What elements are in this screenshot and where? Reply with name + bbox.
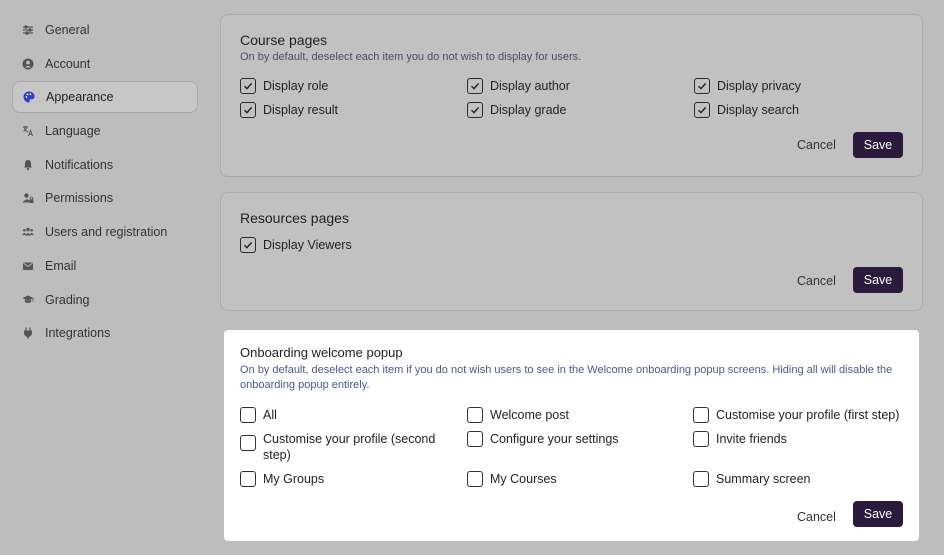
sidebar-item-label: Grading — [45, 292, 90, 307]
save-button[interactable]: Save — [853, 132, 903, 158]
cancel-button[interactable]: Cancel — [797, 274, 836, 288]
checkbox[interactable] — [240, 471, 256, 487]
checkbox-invite-friends[interactable]: Invite friends — [693, 431, 787, 447]
palette-icon — [22, 90, 36, 104]
sidebar-item-users-and-registration[interactable]: Users and registration — [12, 216, 198, 248]
checkbox[interactable] — [694, 102, 710, 118]
sidebar-item-label: Users and registration — [45, 225, 168, 240]
translate-icon — [21, 124, 35, 138]
checkbox-display-result[interactable]: Display result — [240, 102, 338, 118]
sidebar-item-label: Integrations — [45, 326, 111, 341]
checkbox[interactable] — [694, 78, 710, 94]
checkbox-label: All — [263, 408, 277, 422]
sidebar-item-notifications[interactable]: Notifications — [12, 149, 198, 181]
checkbox[interactable] — [240, 407, 256, 423]
checkbox-display-grade[interactable]: Display grade — [467, 102, 566, 118]
checkbox[interactable] — [240, 78, 256, 94]
checkbox-display-privacy[interactable]: Display privacy — [694, 78, 801, 94]
sidebar-item-appearance[interactable]: Appearance — [12, 81, 198, 114]
checkbox[interactable] — [240, 237, 256, 253]
sidebar-item-label: Appearance — [46, 90, 114, 105]
save-button[interactable]: Save — [853, 501, 903, 527]
sidebar-item-general[interactable]: General — [12, 14, 198, 46]
checkbox-label: Customise your profile (second step) — [263, 432, 436, 462]
plug-icon — [21, 326, 35, 340]
checkbox[interactable] — [693, 407, 709, 423]
checkbox-configure-settings[interactable]: Configure your settings — [467, 431, 619, 447]
checkbox-label: Welcome post — [490, 408, 569, 422]
checkbox-label: My Courses — [490, 472, 557, 486]
sidebar-item-label: Account — [45, 56, 91, 71]
sidebar-item-label: General — [45, 23, 90, 37]
card-title: Onboarding welcome popup — [240, 345, 403, 360]
checkbox-label: My Groups — [263, 472, 325, 486]
sliders-icon — [21, 23, 35, 37]
course-pages-card: Course pages On by default, deselect eac… — [220, 14, 923, 177]
checkbox-customise-profile-first[interactable]: Customise your profile (first step) — [693, 407, 899, 423]
checkbox[interactable] — [693, 471, 709, 487]
checkbox-label: Configure your settings — [490, 432, 619, 446]
checkbox-label: Display grade — [490, 103, 567, 117]
checkbox[interactable] — [240, 102, 256, 118]
checkbox-customise-profile-second[interactable]: Customise your profile (second step) — [240, 431, 440, 463]
checkbox[interactable] — [467, 407, 483, 423]
card-description: On by default, deselect each item you do… — [240, 51, 582, 63]
checkbox-welcome-post[interactable]: Welcome post — [467, 407, 569, 423]
onboarding-popup-card: Onboarding welcome popup On by default, … — [220, 326, 923, 545]
checkbox-display-role[interactable]: Display role — [240, 78, 328, 94]
sidebar-item-label: Language — [45, 124, 101, 139]
card-description: On by default, deselect each item if you… — [240, 364, 893, 391]
sidebar-item-language[interactable]: Language — [12, 115, 198, 147]
sidebar-item-label: Notifications — [45, 157, 114, 172]
sidebar-item-label: Email — [45, 258, 77, 273]
envelope-icon — [21, 259, 35, 273]
user-lock-icon — [21, 191, 35, 205]
checkbox[interactable] — [693, 431, 709, 447]
checkbox-my-courses[interactable]: My Courses — [467, 471, 557, 487]
checkbox[interactable] — [467, 471, 483, 487]
sidebar-item-account[interactable]: Account — [12, 48, 198, 80]
card-title: Course pages — [240, 32, 328, 48]
checkbox-label: Invite friends — [716, 432, 787, 446]
checkbox-label: Display result — [263, 103, 339, 117]
checkbox-my-groups[interactable]: My Groups — [240, 471, 324, 487]
sidebar-item-label: Permissions — [45, 191, 114, 206]
checkbox-label: Display author — [490, 79, 570, 93]
graduation-cap-icon — [21, 293, 35, 307]
checkbox-label: Customise your profile (first step) — [716, 408, 900, 422]
checkbox-summary-screen[interactable]: Summary screen — [693, 471, 810, 487]
checkbox-display-viewers[interactable]: Display Viewers — [240, 237, 352, 253]
checkbox-label: Display role — [263, 79, 329, 93]
resources-pages-card: Resources pages Display Viewers Cancel S… — [220, 192, 923, 311]
save-button[interactable]: Save — [853, 267, 903, 293]
checkbox[interactable] — [467, 431, 483, 447]
checkbox-display-author[interactable]: Display author — [467, 78, 570, 94]
checkbox[interactable] — [467, 78, 483, 94]
settings-sidebar: General Account Appearance Language Noti… — [12, 14, 198, 351]
checkbox-display-search[interactable]: Display search — [694, 102, 799, 118]
cancel-button[interactable]: Cancel — [797, 138, 836, 152]
checkbox-label: Display privacy — [717, 79, 802, 93]
sidebar-item-integrations[interactable]: Integrations — [12, 317, 198, 349]
checkbox-label: Summary screen — [716, 472, 811, 486]
user-circle-icon — [21, 57, 35, 71]
sidebar-item-permissions[interactable]: Permissions — [12, 182, 198, 214]
checkbox-all[interactable]: All — [240, 407, 277, 423]
sidebar-item-grading[interactable]: Grading — [12, 284, 198, 316]
cancel-button[interactable]: Cancel — [797, 510, 836, 524]
card-title: Resources pages — [240, 210, 349, 226]
checkbox-label: Display Viewers — [263, 238, 352, 252]
checkbox-label: Display search — [717, 103, 799, 117]
checkbox[interactable] — [467, 102, 483, 118]
bell-icon — [21, 158, 35, 172]
users-icon — [21, 225, 35, 239]
sidebar-item-email[interactable]: Email — [12, 250, 198, 282]
checkbox[interactable] — [240, 435, 256, 451]
